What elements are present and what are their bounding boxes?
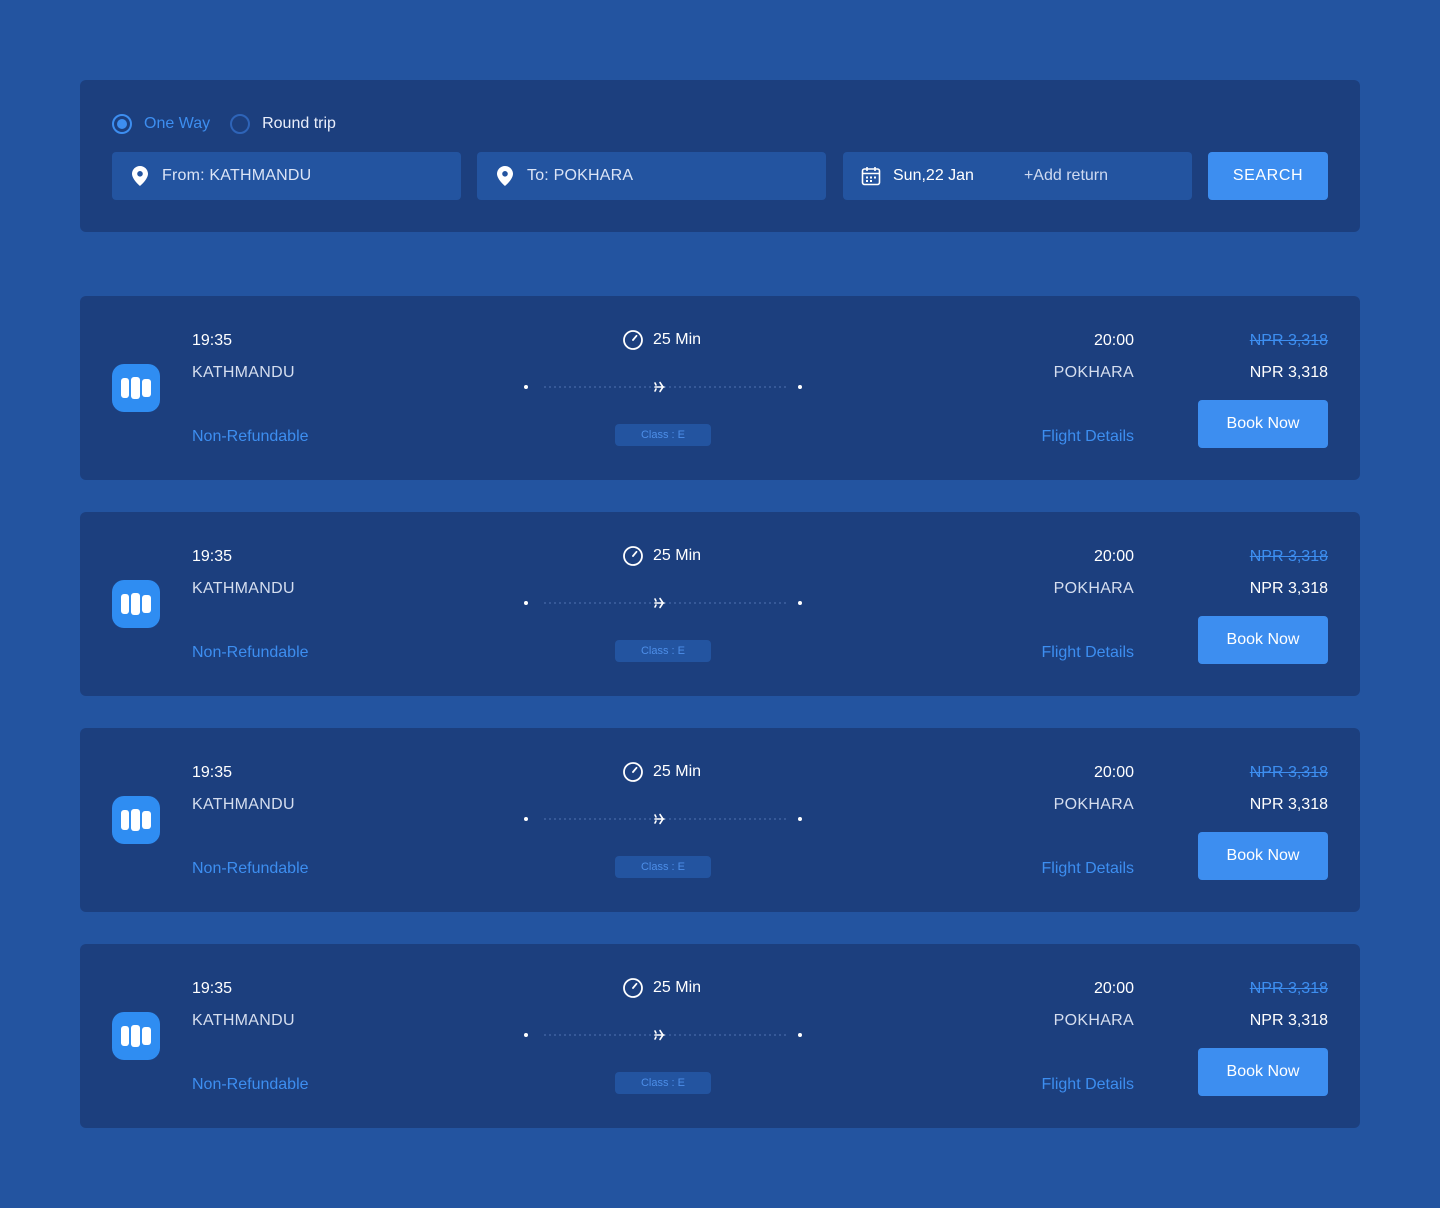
add-return-link[interactable]: +Add return: [1024, 167, 1108, 185]
departure-city: KATHMANDU: [192, 364, 295, 381]
route-line: [524, 1029, 802, 1041]
departure-city: KATHMANDU: [192, 580, 295, 597]
book-now-button[interactable]: Book Now: [1198, 616, 1328, 664]
original-price: NPR 3,318: [1249, 548, 1328, 565]
duration-value: 25 Min: [653, 547, 702, 564]
trip-type-selector: One Way Round trip: [112, 112, 356, 136]
airline-logo: [112, 580, 160, 628]
flight-duration: 25 Min: [622, 328, 701, 352]
flight-duration: 25 Min: [622, 760, 701, 784]
refund-policy: Non-Refundable: [192, 428, 309, 445]
airline-logo: [112, 796, 160, 844]
departure-time: 19:35: [192, 764, 233, 781]
class-badge: Class : E: [615, 1072, 711, 1094]
calendar-icon: [861, 166, 881, 186]
original-price: NPR 3,318: [1249, 332, 1328, 349]
class-badge: Class : E: [615, 856, 711, 878]
current-price: NPR 3,318: [1249, 796, 1328, 813]
flight-card: 19:35 KATHMANDU Non-Refundable 25 Min Cl…: [80, 728, 1360, 912]
duration-value: 25 Min: [653, 763, 702, 780]
round-trip-radio[interactable]: Round trip: [230, 114, 336, 134]
radio-unselected-icon: [230, 114, 251, 134]
arrival-city: POKHARA: [1053, 1012, 1134, 1029]
flight-card: 19:35 KATHMANDU Non-Refundable 25 Min Cl…: [80, 512, 1360, 696]
original-price: NPR 3,318: [1249, 980, 1328, 997]
current-price: NPR 3,318: [1249, 364, 1328, 381]
arrival-time: 20:00: [1093, 764, 1134, 781]
flight-card: 19:35 KATHMANDU Non-Refundable 25 Min Cl…: [80, 296, 1360, 480]
current-price: NPR 3,318: [1249, 580, 1328, 597]
refund-policy: Non-Refundable: [192, 644, 309, 661]
refund-policy: Non-Refundable: [192, 1076, 309, 1093]
clock-icon: [622, 977, 644, 999]
route-line: [524, 597, 802, 609]
airplane-icon: [654, 597, 665, 609]
airplane-icon: [654, 381, 665, 393]
flight-details-link[interactable]: Flight Details: [1042, 860, 1134, 878]
arrival-city: POKHARA: [1053, 796, 1134, 813]
flight-search-panel: One Way Round trip From: KATHMANDU To: P…: [80, 80, 1360, 232]
airline-logo: [112, 364, 160, 412]
arrival-city: POKHARA: [1053, 580, 1134, 597]
flight-details-link[interactable]: Flight Details: [1042, 1076, 1134, 1094]
arrival-time: 20:00: [1093, 980, 1134, 997]
round-trip-label: Round trip: [262, 115, 336, 132]
one-way-radio[interactable]: One Way: [112, 114, 210, 134]
flight-details-link[interactable]: Flight Details: [1042, 644, 1134, 662]
route-line: [524, 381, 802, 393]
clock-icon: [622, 329, 644, 351]
from-field[interactable]: From: KATHMANDU: [112, 152, 461, 200]
from-value: From: KATHMANDU: [162, 167, 312, 184]
book-now-button[interactable]: Book Now: [1198, 400, 1328, 448]
arrival-city: POKHARA: [1053, 364, 1134, 381]
refund-policy: Non-Refundable: [192, 860, 309, 877]
radio-selected-icon: [112, 114, 132, 134]
date-field[interactable]: Sun,22 Jan +Add return: [843, 152, 1192, 200]
one-way-label: One Way: [144, 115, 211, 132]
flight-details-link[interactable]: Flight Details: [1042, 428, 1134, 446]
flight-duration: 25 Min: [622, 544, 701, 568]
departure-date-value: Sun,22 Jan: [893, 167, 974, 184]
flight-duration: 25 Min: [622, 976, 701, 1000]
book-now-button[interactable]: Book Now: [1198, 1048, 1328, 1096]
route-line: [524, 813, 802, 825]
departure-time: 19:35: [192, 332, 233, 349]
original-price: NPR 3,318: [1249, 764, 1328, 781]
to-value: To: POKHARA: [527, 167, 634, 184]
duration-value: 25 Min: [653, 979, 702, 996]
departure-city: KATHMANDU: [192, 1012, 295, 1029]
departure-time: 19:35: [192, 548, 233, 565]
to-field[interactable]: To: POKHARA: [477, 152, 826, 200]
search-button[interactable]: SEARCH: [1208, 152, 1328, 200]
airline-logo: [112, 1012, 160, 1060]
location-pin-icon: [132, 166, 148, 186]
class-badge: Class : E: [615, 640, 711, 662]
clock-icon: [622, 545, 644, 567]
arrival-time: 20:00: [1093, 548, 1134, 565]
departure-city: KATHMANDU: [192, 796, 295, 813]
airplane-icon: [654, 1029, 665, 1041]
clock-icon: [622, 761, 644, 783]
airplane-icon: [654, 813, 665, 825]
current-price: NPR 3,318: [1249, 1012, 1328, 1029]
arrival-time: 20:00: [1093, 332, 1134, 349]
location-pin-icon: [497, 166, 513, 186]
flight-card: 19:35 KATHMANDU Non-Refundable 25 Min Cl…: [80, 944, 1360, 1128]
duration-value: 25 Min: [653, 331, 702, 348]
class-badge: Class : E: [615, 424, 711, 446]
book-now-button[interactable]: Book Now: [1198, 832, 1328, 880]
departure-time: 19:35: [192, 980, 233, 997]
